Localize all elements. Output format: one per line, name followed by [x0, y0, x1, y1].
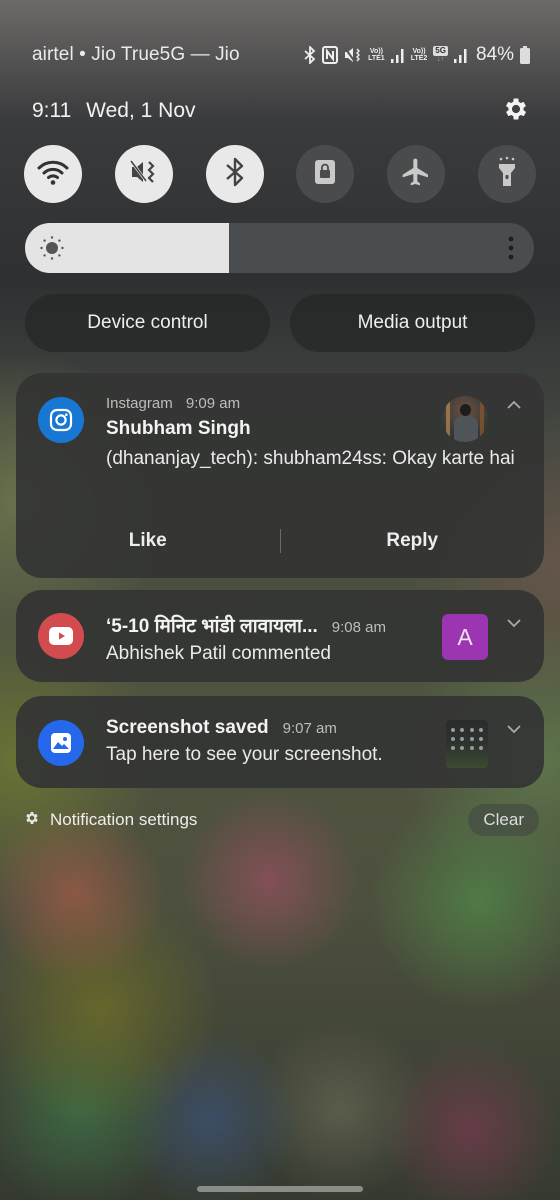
- screenshot-thumbnail: [446, 720, 488, 768]
- notification-panel: airtel • Jio True5G — Jio Vo)) LTE1 Vo))…: [0, 0, 560, 1200]
- flashlight-icon: [495, 156, 519, 193]
- notification-body: ‘5-10 मिनिट भांडी लावायला... 9:08 am Abh…: [106, 612, 424, 668]
- toggle-airplane-mode[interactable]: [387, 145, 446, 203]
- mute-vibrate-icon: [129, 158, 159, 191]
- toggle-bluetooth[interactable]: [205, 145, 264, 203]
- volte-lte1-icon: Vo)) LTE1: [368, 48, 385, 62]
- signal-1-icon: [390, 47, 405, 63]
- notification-text: Abhishek Patil commented: [106, 643, 331, 664]
- control-pills: Device control Media output: [25, 294, 535, 352]
- toggle-torch[interactable]: [477, 145, 536, 203]
- chevron-down-icon[interactable]: [506, 615, 522, 631]
- carrier-label: airtel • Jio True5G — Jio: [32, 44, 240, 65]
- avatar: [442, 396, 488, 442]
- notification-youtube[interactable]: ‘5-10 मिनिट भांडी लावायला... 9:08 am Abh…: [16, 590, 544, 682]
- instagram-icon: [38, 397, 84, 443]
- device-control-button[interactable]: Device control: [25, 294, 270, 352]
- wifi-icon: [37, 158, 69, 191]
- date: Wed, 1 Nov: [86, 99, 196, 122]
- clear-button[interactable]: Clear: [468, 804, 539, 836]
- sun-icon: [39, 235, 65, 266]
- bluetooth-icon: [304, 46, 316, 64]
- more-vertical-icon[interactable]: [508, 236, 514, 265]
- status-icons: Vo)) LTE1 Vo)) LTE2 5G ↓↑ 84%: [304, 44, 530, 66]
- notification-screenshot[interactable]: Screenshot saved 9:07 am Tap here to see…: [16, 696, 544, 788]
- battery-icon: [520, 46, 530, 64]
- like-button[interactable]: Like: [16, 530, 280, 552]
- clock: 9:11: [32, 99, 72, 122]
- date-time[interactable]: 9:11 Wed, 1 Nov: [32, 99, 196, 123]
- notification-text: (dhananjay_tech): shubham24ss: Okay kart…: [106, 448, 515, 469]
- notification-settings-label: Notification settings: [50, 810, 198, 829]
- notification-text: Tap here to see your screenshot.: [106, 744, 383, 765]
- portrait-lock-icon: [314, 159, 336, 190]
- toggle-rotation-lock[interactable]: [296, 145, 355, 203]
- brightness-slider[interactable]: [25, 223, 534, 273]
- youtube-icon: [38, 613, 84, 659]
- chevron-up-icon[interactable]: [506, 397, 522, 413]
- notification-header-row: Screenshot saved 9:07 am: [106, 717, 424, 739]
- gear-icon[interactable]: [502, 95, 530, 128]
- 5g-icon: 5G ↓↑: [433, 46, 448, 63]
- letter-avatar: A: [442, 614, 488, 660]
- notification-title: Screenshot saved: [106, 717, 269, 738]
- notification-body: Screenshot saved 9:07 am Tap here to see…: [106, 717, 424, 769]
- quick-toggles: [24, 145, 536, 203]
- notification-actions: Like Reply: [16, 526, 544, 556]
- toggle-wifi[interactable]: [24, 145, 82, 203]
- app-name: Instagram: [106, 395, 173, 412]
- notification-time: 9:08 am: [331, 619, 386, 636]
- notification-instagram[interactable]: Instagram 9:09 am Shubham Singh (dhananj…: [16, 373, 544, 578]
- chevron-down-icon[interactable]: [506, 721, 522, 737]
- volte-lte2-icon: Vo)) LTE2: [410, 48, 428, 62]
- notification-header-row: ‘5-10 मिनिट भांडी लावायला... 9:08 am: [106, 612, 424, 638]
- home-indicator[interactable]: [197, 1186, 363, 1192]
- notification-time: 9:07 am: [282, 720, 337, 737]
- battery-percent: 84%: [475, 44, 514, 65]
- gear-icon: [24, 810, 40, 831]
- reply-button[interactable]: Reply: [281, 530, 545, 552]
- toggle-sound[interactable]: [114, 145, 173, 203]
- nfc-icon: [322, 46, 339, 64]
- notification-time: 9:09 am: [185, 395, 241, 412]
- bluetooth-icon: [225, 157, 245, 192]
- gallery-icon: [38, 720, 84, 766]
- media-output-button[interactable]: Media output: [290, 294, 535, 352]
- vibrate-mute-icon: [344, 46, 362, 64]
- quick-panel-header: 9:11 Wed, 1 Nov: [32, 92, 530, 130]
- notification-footer: Notification settings Clear: [24, 803, 539, 837]
- notification-settings-button[interactable]: Notification settings: [24, 810, 197, 831]
- signal-2-icon: [453, 47, 468, 63]
- status-bar: airtel • Jio True5G — Jio Vo)) LTE1 Vo))…: [32, 40, 530, 70]
- airplane-icon: [400, 156, 432, 193]
- notification-title: ‘5-10 मिनिट भांडी लावायला...: [106, 616, 318, 637]
